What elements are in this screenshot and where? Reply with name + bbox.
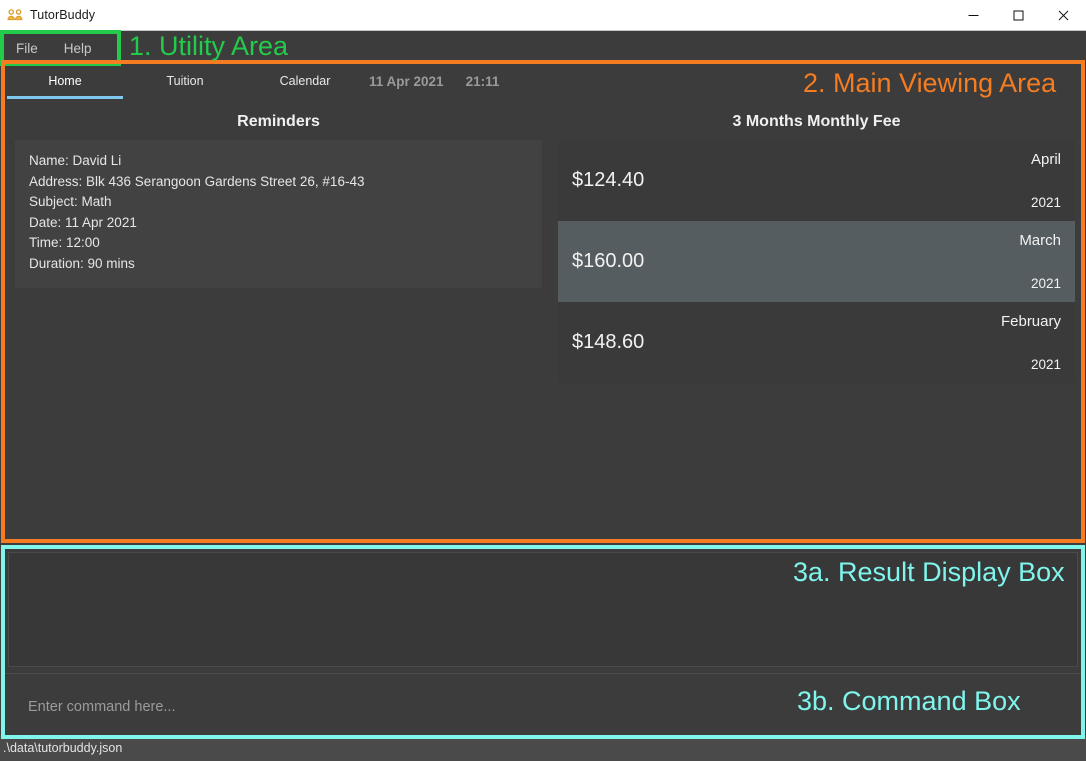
- clock: 11 Apr 2021 21:11: [369, 65, 499, 89]
- window-controls: [951, 0, 1086, 31]
- menu-item-help[interactable]: Help: [54, 38, 102, 59]
- monthly-fee-pane: 3 Months Monthly Fee $124.40 April 2021 …: [554, 108, 1083, 541]
- reminder-line-date: Date: 11 Apr 2021: [29, 214, 137, 230]
- fee-year: 2021: [1030, 195, 1061, 210]
- minimize-icon[interactable]: [951, 0, 996, 31]
- monthly-fee-title: 3 Months Monthly Fee: [732, 113, 901, 130]
- reminder-line-duration: Duration: 90 mins: [29, 255, 135, 271]
- reminder-line-name: Name: David Li: [29, 153, 122, 168]
- window-title: TutorBuddy: [30, 8, 96, 22]
- fee-year: 2021: [1030, 276, 1061, 291]
- fee-row[interactable]: $124.40 April 2021: [558, 140, 1075, 221]
- main-viewing-area: Home Tuition Calendar 11 Apr 2021 21:11 …: [3, 62, 1083, 541]
- reminder-line-time: Time: 12:00: [29, 235, 100, 250]
- fee-meta: April 2021: [1031, 140, 1061, 221]
- fee-meta: February 2021: [1001, 302, 1061, 383]
- content-panes: Reminders Name: David Li Address: Blk 43…: [3, 108, 1083, 541]
- fee-row[interactable]: $148.60 February 2021: [558, 302, 1075, 383]
- fee-amount: $148.60: [572, 331, 645, 353]
- clock-date: 11 Apr 2021: [369, 74, 444, 89]
- menu-item-file[interactable]: File: [6, 38, 48, 59]
- reminders-title: Reminders: [237, 113, 320, 130]
- fee-month: April: [1030, 151, 1061, 168]
- tab-home[interactable]: Home: [5, 65, 125, 99]
- tab-tuition[interactable]: Tuition: [125, 65, 245, 99]
- fee-amount: $160.00: [572, 250, 645, 272]
- annotation-label-main-viewing-area: 2. Main Viewing Area: [803, 68, 1057, 98]
- close-icon[interactable]: [1041, 0, 1086, 31]
- monthly-fee-list: $124.40 April 2021 $160.00 March 2021 $1…: [558, 140, 1075, 383]
- fee-month: March: [1019, 232, 1061, 249]
- application-window: TutorBuddy File Help Home Tuition Calend…: [0, 0, 1086, 761]
- fee-year: 2021: [1030, 357, 1061, 372]
- fee-row[interactable]: $160.00 March 2021: [558, 221, 1075, 302]
- annotation-label-utility-area: 1. Utility Area: [129, 31, 289, 61]
- fee-amount: $124.40: [572, 169, 645, 191]
- fee-meta: March 2021: [1019, 221, 1061, 302]
- reminder-line-subject: Subject: Math: [29, 194, 112, 209]
- reminders-pane: Reminders Name: David Li Address: Blk 43…: [3, 108, 554, 541]
- annotation-label-result-display-box: 3a. Result Display Box: [793, 557, 1065, 587]
- reminder-line-address: Address: Blk 436 Serangoon Gardens Stree…: [29, 173, 365, 189]
- clock-time: 21:11: [465, 74, 500, 89]
- title-bar: TutorBuddy: [0, 0, 1086, 31]
- annotation-label-command-box: 3b. Command Box: [797, 686, 1021, 716]
- tab-bar: Home Tuition Calendar 11 Apr 2021 21:11: [5, 65, 565, 99]
- fee-month: February: [1000, 313, 1061, 330]
- status-bar: .\data\tutorbuddy.json: [0, 735, 1086, 761]
- maximize-icon[interactable]: [996, 0, 1041, 31]
- reminder-card[interactable]: Name: David Li Address: Blk 436 Serangoo…: [15, 140, 542, 288]
- group-people-icon: [7, 7, 23, 23]
- tab-calendar[interactable]: Calendar: [245, 65, 365, 99]
- command-input-placeholder[interactable]: Enter command here...: [4, 699, 176, 715]
- status-bar-path: .\data\tutorbuddy.json: [3, 741, 123, 755]
